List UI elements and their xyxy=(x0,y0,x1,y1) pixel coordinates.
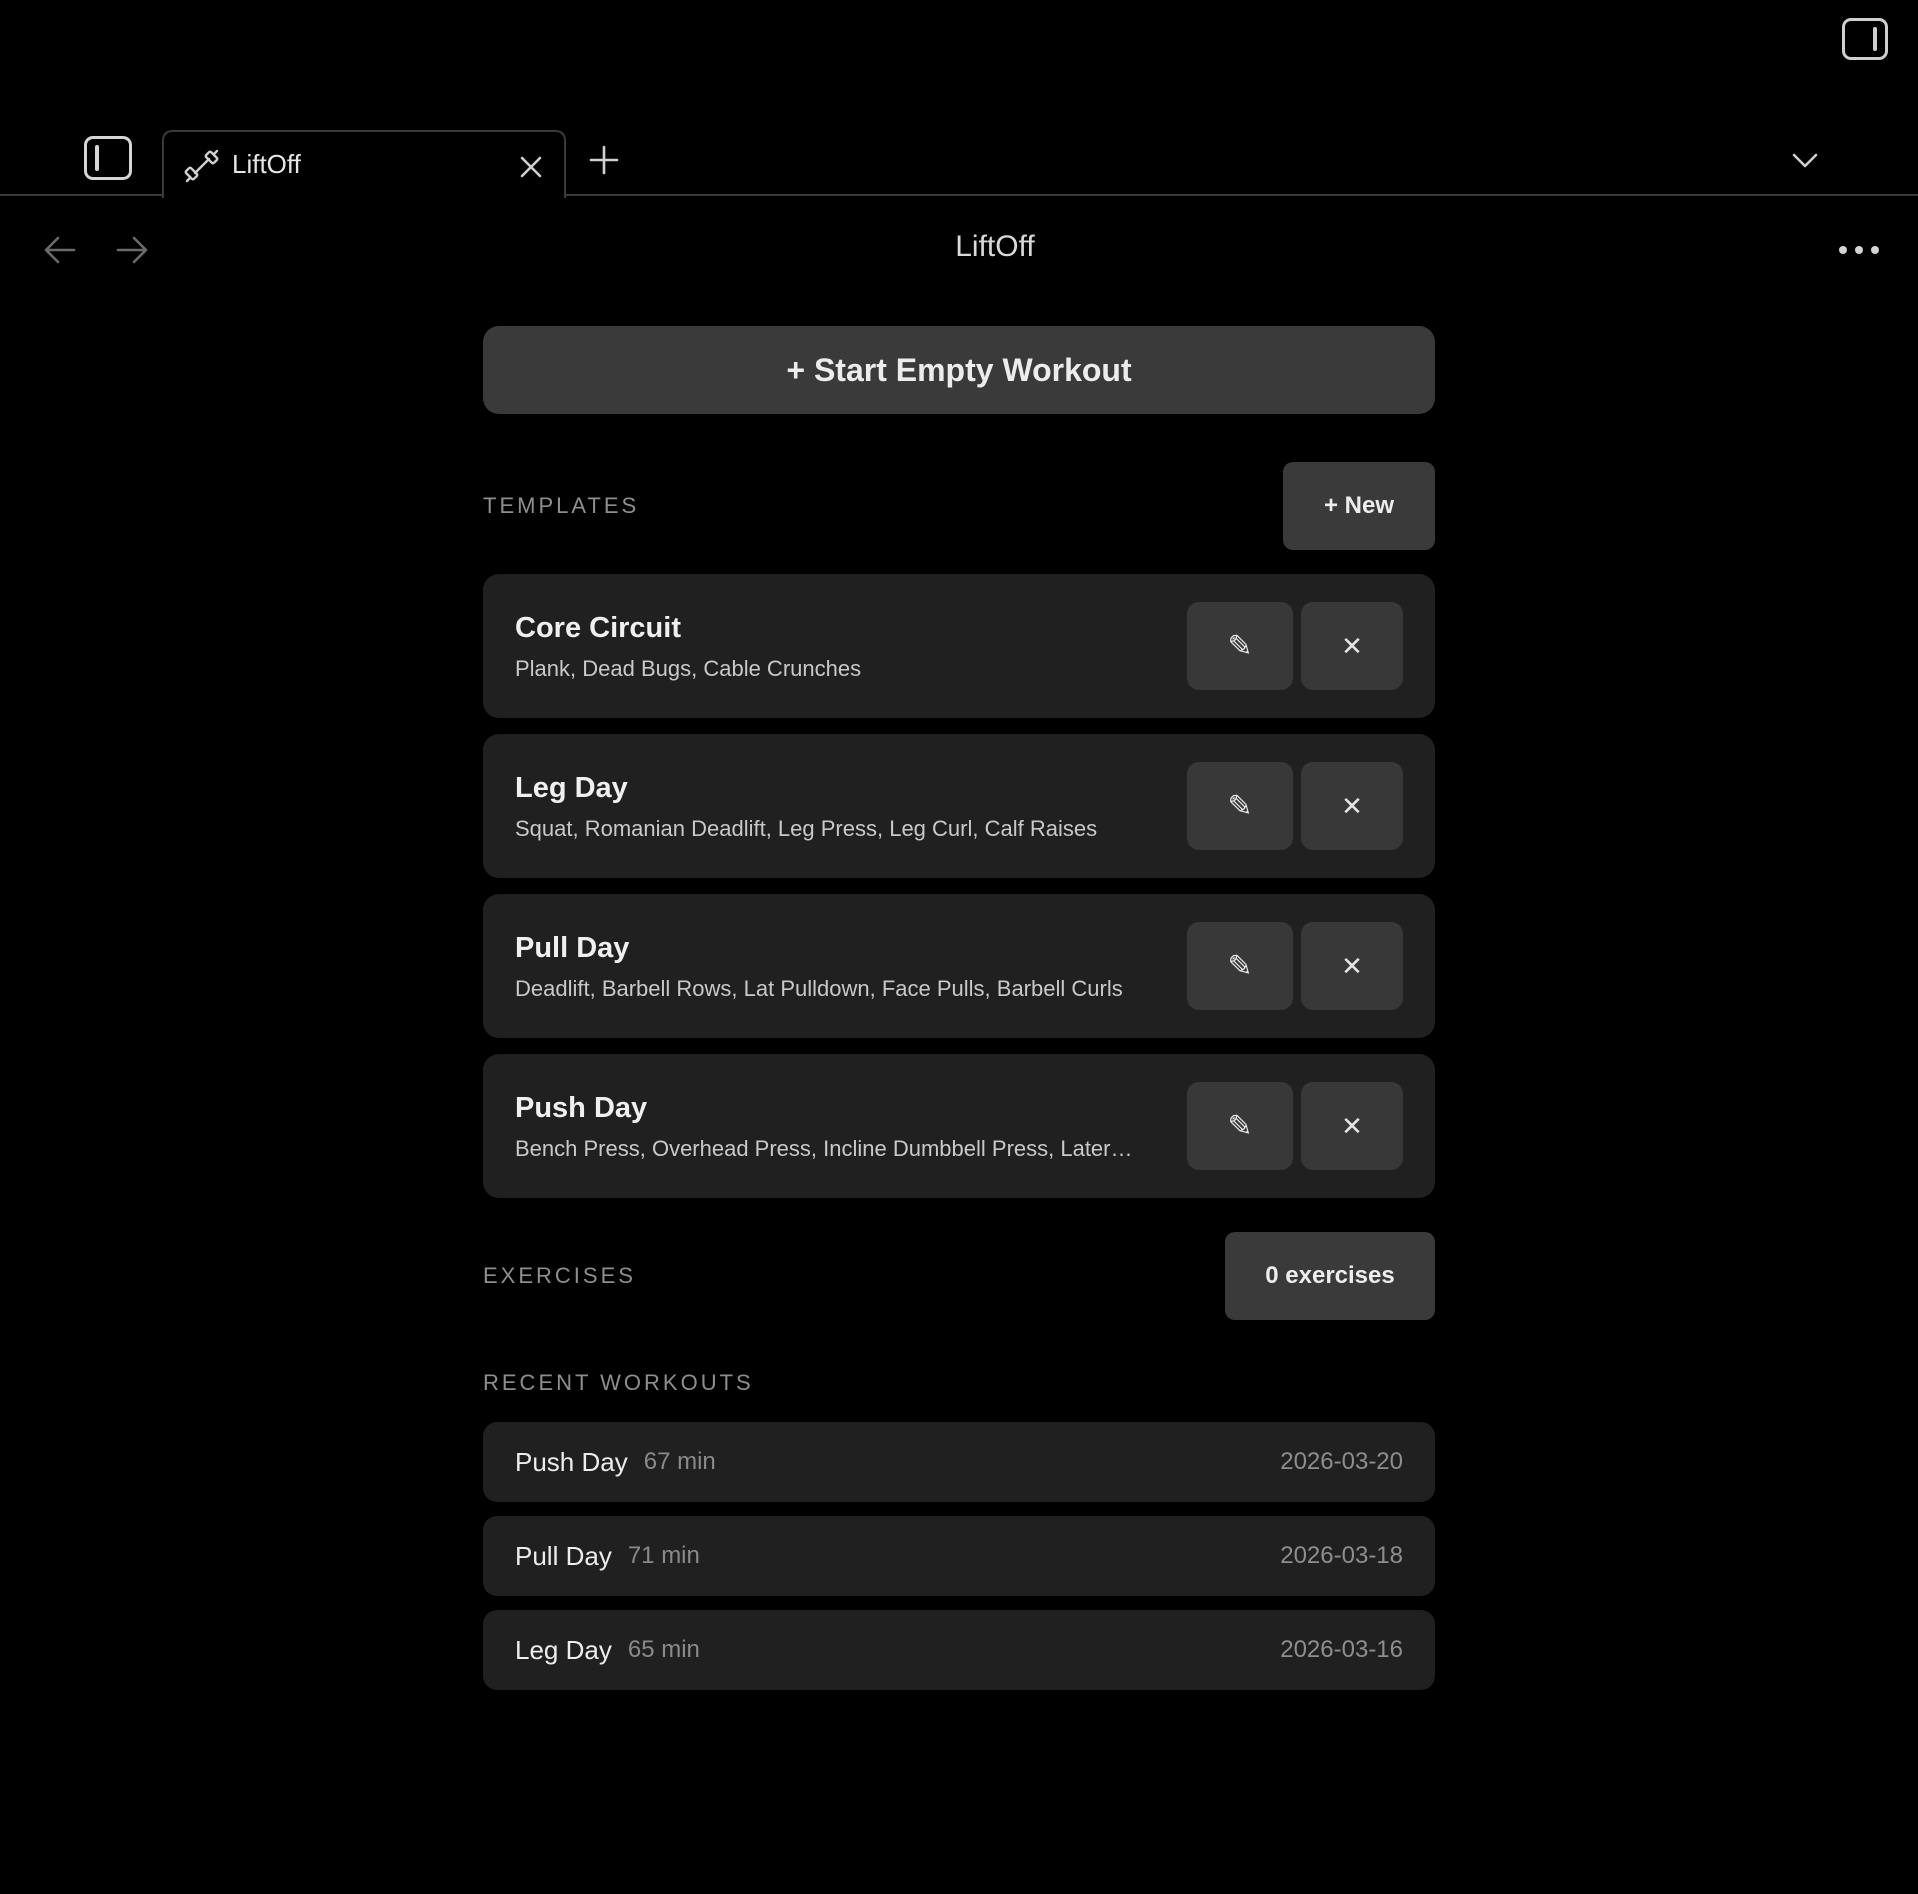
close-icon: ✕ xyxy=(1341,1110,1363,1141)
more-options-icon[interactable] xyxy=(1836,238,1882,262)
close-tab-icon[interactable] xyxy=(516,152,546,182)
template-name: Core Circuit xyxy=(515,612,681,644)
main-content: + Start Empty Workout TEMPLATES + New Co… xyxy=(483,326,1435,1704)
close-icon: ✕ xyxy=(1341,630,1363,661)
recent-workout-row[interactable]: Push Day 67 min 2026-03-20 xyxy=(483,1422,1435,1502)
workout-name: Pull Day xyxy=(515,1540,612,1571)
pencil-icon: ✎ xyxy=(1227,789,1253,823)
workout-date: 2026-03-16 xyxy=(1280,1636,1403,1663)
pencil-icon: ✎ xyxy=(1227,1109,1253,1143)
template-exercise-list: Bench Press, Overhead Press, Incline Dum… xyxy=(515,1136,1133,1161)
workout-date: 2026-03-18 xyxy=(1280,1542,1403,1569)
template-exercise-list: Deadlift, Barbell Rows, Lat Pulldown, Fa… xyxy=(515,976,1123,1001)
new-template-button[interactable]: + New xyxy=(1283,462,1435,550)
workout-name: Leg Day xyxy=(515,1634,612,1665)
template-card[interactable]: Leg Day Squat, Romanian Deadlift, Leg Pr… xyxy=(483,734,1435,878)
edit-template-button[interactable]: ✎ xyxy=(1187,1082,1293,1170)
start-empty-workout-button[interactable]: + Start Empty Workout xyxy=(483,326,1435,414)
edit-template-button[interactable]: ✎ xyxy=(1187,762,1293,850)
left-sidebar-toggle-icon[interactable] xyxy=(84,136,132,180)
exercises-header: EXERCISES 0 exercises xyxy=(483,1232,1435,1320)
exercises-section-label: EXERCISES xyxy=(483,1263,636,1288)
tab-liftoff[interactable]: LiftOff xyxy=(162,130,566,198)
template-name: Leg Day xyxy=(515,772,628,804)
exercises-count-button[interactable]: 0 exercises xyxy=(1225,1232,1435,1320)
workout-date: 2026-03-20 xyxy=(1280,1448,1403,1475)
right-sidebar-toggle-icon[interactable] xyxy=(1842,18,1888,60)
pencil-icon: ✎ xyxy=(1227,949,1253,983)
templates-section-label: TEMPLATES xyxy=(483,493,640,518)
window-top-strip xyxy=(0,0,1918,120)
template-exercise-list: Squat, Romanian Deadlift, Leg Press, Leg… xyxy=(515,816,1098,841)
close-icon: ✕ xyxy=(1341,950,1363,981)
template-card[interactable]: Core Circuit Plank, Dead Bugs, Cable Cru… xyxy=(483,574,1435,718)
template-name: Pull Day xyxy=(515,932,630,964)
tab-bar: LiftOff xyxy=(0,128,1918,198)
edit-template-button[interactable]: ✎ xyxy=(1187,602,1293,690)
template-card[interactable]: Push Day Bench Press, Overhead Press, In… xyxy=(483,1054,1435,1198)
template-name: Push Day xyxy=(515,1092,648,1124)
close-icon: ✕ xyxy=(1341,790,1363,821)
recent-workouts-section-label: RECENT WORKOUTS xyxy=(483,1370,754,1395)
chevron-down-icon[interactable] xyxy=(1790,148,1820,172)
templates-header: TEMPLATES + New xyxy=(483,462,1435,550)
delete-template-button[interactable]: ✕ xyxy=(1301,922,1403,1010)
delete-template-button[interactable]: ✕ xyxy=(1301,602,1403,690)
workout-name: Push Day xyxy=(515,1446,628,1477)
recent-workout-row[interactable]: Leg Day 65 min 2026-03-16 xyxy=(483,1610,1435,1690)
template-card[interactable]: Pull Day Deadlift, Barbell Rows, Lat Pul… xyxy=(483,894,1435,1038)
tab-title: LiftOff xyxy=(232,149,301,179)
edit-template-button[interactable]: ✎ xyxy=(1187,922,1293,1010)
delete-template-button[interactable]: ✕ xyxy=(1301,1082,1403,1170)
dumbbell-icon xyxy=(184,149,219,183)
delete-template-button[interactable]: ✕ xyxy=(1301,762,1403,850)
workout-duration: 65 min xyxy=(627,1636,700,1663)
new-tab-plus-icon[interactable] xyxy=(588,144,620,176)
workout-duration: 67 min xyxy=(643,1448,716,1475)
recent-workout-row[interactable]: Pull Day 71 min 2026-03-18 xyxy=(483,1516,1435,1596)
page-title: LiftOff xyxy=(955,230,1035,263)
pencil-icon: ✎ xyxy=(1227,629,1253,663)
workout-duration: 71 min xyxy=(627,1542,700,1569)
template-exercise-list: Plank, Dead Bugs, Cable Crunches xyxy=(515,656,862,681)
